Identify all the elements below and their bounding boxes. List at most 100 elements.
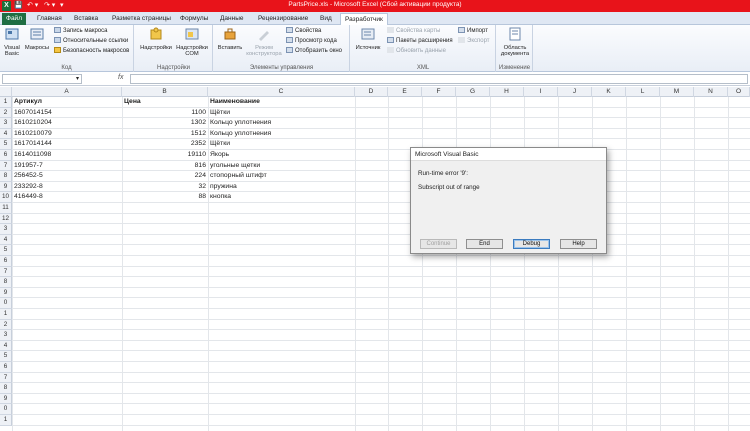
row-header[interactable]: 3	[0, 330, 12, 341]
visual-basic-button[interactable]: Visual Basic	[2, 27, 22, 58]
cell-b[interactable]	[124, 214, 206, 225]
cell-b[interactable]	[124, 373, 206, 384]
cell-c[interactable]	[210, 351, 353, 362]
continue-button[interactable]: Continue	[420, 239, 457, 249]
end-button[interactable]: End	[466, 239, 503, 249]
cell-c[interactable]	[210, 330, 353, 341]
design-mode-button[interactable]: Режим конструктора	[244, 27, 284, 58]
cell-b[interactable]	[124, 415, 206, 426]
view-code-button[interactable]: Просмотр кода	[286, 37, 337, 45]
cell-a[interactable]	[14, 245, 120, 256]
tab-file[interactable]: Файл	[2, 13, 26, 25]
cell-c[interactable]	[210, 415, 353, 426]
cell-b[interactable]	[124, 245, 206, 256]
cell-c[interactable]: кнопка	[210, 192, 353, 203]
cell-a[interactable]	[14, 351, 120, 362]
row-header[interactable]: 9	[0, 393, 12, 405]
cell-a[interactable]	[14, 256, 120, 267]
cell-a[interactable]	[14, 288, 120, 299]
column-header[interactable]: L	[626, 87, 660, 97]
cell-c[interactable]	[210, 404, 353, 415]
cell-a[interactable]	[14, 309, 120, 320]
row-header[interactable]: 6	[0, 362, 12, 373]
help-button[interactable]: Help	[560, 239, 597, 249]
insert-control-button[interactable]: Вставить	[216, 27, 244, 51]
row-header[interactable]: 8	[0, 277, 12, 288]
row-header[interactable]: 4	[0, 340, 12, 352]
cell-b[interactable]: 1302	[124, 118, 206, 129]
cell-a[interactable]	[14, 383, 120, 394]
column-header[interactable]: G	[456, 87, 490, 97]
cell-b[interactable]: 2352	[124, 139, 206, 150]
cell-b[interactable]: 1100	[124, 108, 206, 119]
row-header[interactable]: 5	[0, 245, 12, 256]
com-addins-button[interactable]: Надстройки COM	[173, 27, 211, 58]
row-header[interactable]: 7	[0, 266, 12, 278]
cell-b[interactable]	[124, 224, 206, 235]
insert-function-icon[interactable]: fx	[118, 74, 123, 81]
column-header[interactable]: F	[422, 87, 456, 97]
cell-b[interactable]	[124, 383, 206, 394]
row-header[interactable]: 8	[0, 171, 12, 182]
cell-a[interactable]	[14, 214, 120, 225]
formula-input[interactable]	[130, 74, 748, 84]
cell-a[interactable]	[14, 320, 120, 331]
cell-b[interactable]	[124, 277, 206, 288]
row-header[interactable]: 6	[0, 256, 12, 267]
source-button[interactable]: Источник	[353, 27, 383, 51]
row-header[interactable]: 3	[0, 224, 12, 235]
cell-a[interactable]	[14, 362, 120, 373]
run-dialog-button[interactable]: Отобразить окно	[286, 47, 342, 55]
export-button[interactable]: Экспорт	[458, 37, 490, 45]
column-header[interactable]: N	[694, 87, 728, 97]
map-properties-button[interactable]: Свойства карты	[387, 27, 440, 35]
cell-c[interactable]	[210, 383, 353, 394]
row-header[interactable]: 7	[0, 372, 12, 384]
properties-button[interactable]: Свойства	[286, 27, 321, 35]
row-header[interactable]: 7	[0, 160, 12, 172]
cell-a[interactable]	[14, 373, 120, 384]
column-header[interactable]: I	[524, 87, 558, 97]
row-header[interactable]: 11	[0, 203, 12, 214]
cell-a[interactable]: 1610210079	[14, 129, 120, 140]
cell-a[interactable]	[14, 277, 120, 288]
cell-b[interactable]	[124, 404, 206, 415]
cell-a[interactable]: 1610210204	[14, 118, 120, 129]
cell-c[interactable]	[210, 362, 353, 373]
cell-b[interactable]	[124, 351, 206, 362]
cell-a[interactable]	[14, 203, 120, 214]
tab-insert[interactable]: Вставка	[70, 13, 102, 25]
cell-b[interactable]: 816	[124, 161, 206, 172]
cell-c[interactable]: Щётки	[210, 139, 353, 150]
tab-review[interactable]: Рецензирование	[254, 13, 312, 25]
cell-c[interactable]	[210, 224, 353, 235]
document-panel-button[interactable]: Область документа	[498, 27, 532, 58]
column-header[interactable]: O	[728, 87, 750, 97]
cell-c[interactable]	[210, 298, 353, 309]
import-button[interactable]: Импорт	[458, 27, 488, 35]
row-header[interactable]: 4	[0, 128, 12, 140]
cell-c[interactable]: Кольцо уплотнения	[210, 118, 353, 129]
cell-a[interactable]	[14, 341, 120, 352]
cell-a[interactable]: 1607014154	[14, 108, 120, 119]
cell-b[interactable]	[124, 203, 206, 214]
cell-b[interactable]	[124, 298, 206, 309]
cell-c[interactable]: пружина	[210, 182, 353, 193]
cell-a[interactable]	[14, 267, 120, 278]
cell-c[interactable]	[210, 373, 353, 384]
cell-c[interactable]: стопорный штифт	[210, 171, 353, 182]
column-header[interactable]: K	[592, 87, 626, 97]
row-header[interactable]: 1	[0, 97, 12, 108]
cell-c[interactable]	[210, 245, 353, 256]
cell-c[interactable]	[210, 320, 353, 331]
cell-c[interactable]	[210, 235, 353, 246]
cell-c[interactable]: Кольцо уплотнения	[210, 129, 353, 140]
macros-button[interactable]: Макросы	[24, 27, 50, 51]
cell-a[interactable]: 256452-5	[14, 171, 120, 182]
cell-b[interactable]	[124, 288, 206, 299]
row-header[interactable]: 0	[0, 404, 12, 415]
row-header[interactable]: 9	[0, 181, 12, 193]
cell-a[interactable]	[14, 415, 120, 426]
cell-c[interactable]	[210, 277, 353, 288]
addins-button[interactable]: Надстройки	[139, 27, 173, 51]
